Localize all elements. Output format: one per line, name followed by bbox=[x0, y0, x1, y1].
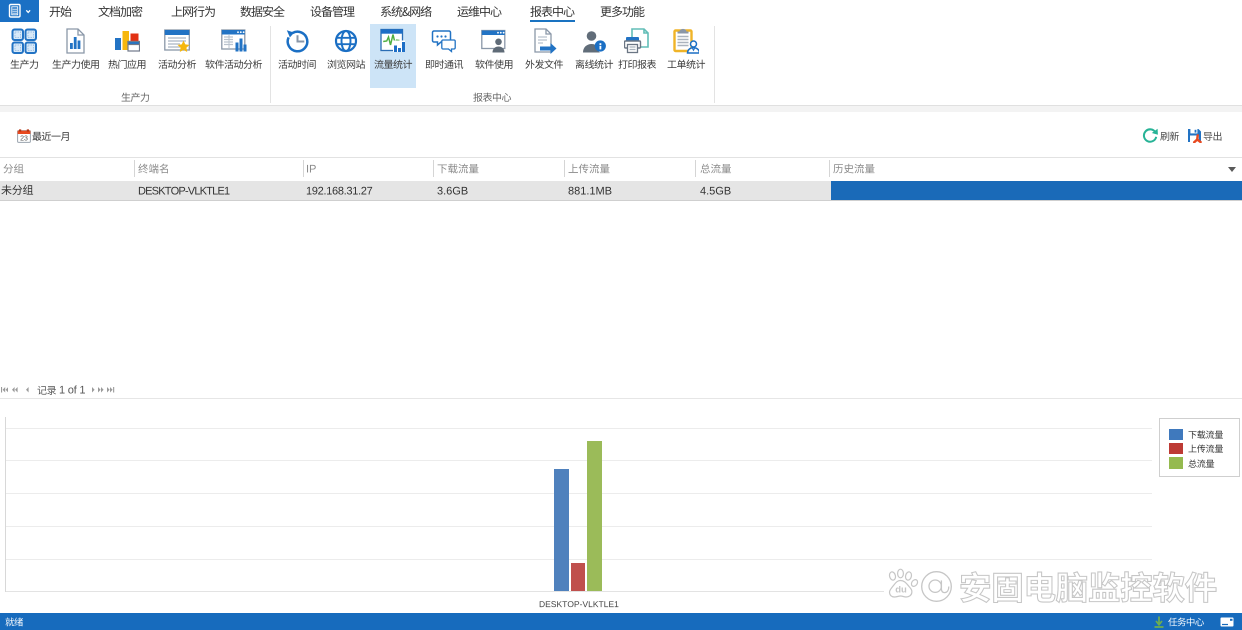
svg-text:du: du bbox=[895, 585, 907, 596]
svg-text:23: 23 bbox=[20, 135, 28, 142]
